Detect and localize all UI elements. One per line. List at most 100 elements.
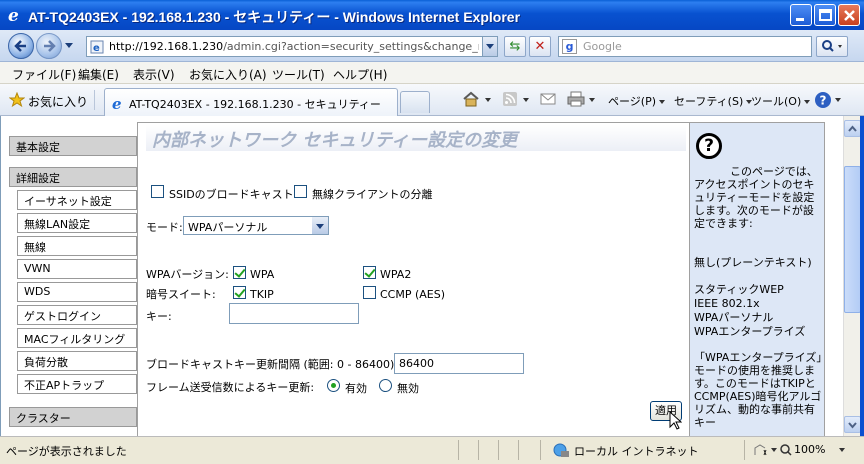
tab-active[interactable]: e AT-TQ2403EX - 192.168.1.230 - セキュリティー [104, 88, 398, 116]
frame-rekey-enabled-label: 有効 [345, 382, 367, 395]
mail-icon[interactable] [540, 91, 556, 107]
title-bar: e AT-TQ2403EX - 192.168.1.230 - セキュリティー … [0, 0, 864, 30]
nav-item-mac-filter[interactable]: MACフィルタリング [17, 328, 137, 348]
menu-file[interactable]: ファイル(F) [12, 66, 76, 83]
key-input[interactable] [229, 303, 359, 324]
feeds-dropdown[interactable] [520, 93, 529, 106]
nav-item-rogue-ap[interactable]: 不正APトラップ [17, 374, 137, 394]
intranet-zone-icon [553, 443, 569, 457]
nav-item-wireless[interactable]: 無線 [17, 236, 137, 256]
rekey-interval-input[interactable]: 86400 [394, 353, 524, 374]
chevron-down-icon [312, 217, 328, 234]
svg-text:?: ? [820, 94, 827, 108]
content-viewport: 基本設定 詳細設定 イーサネット設定 無線LAN設定 無線 VWN WDS ゲス… [0, 116, 843, 436]
feeds-icon[interactable] [502, 91, 518, 107]
ccmp-checkbox[interactable] [363, 286, 376, 299]
nav-item-load-balance[interactable]: 負荷分散 [17, 351, 137, 371]
menu-tools[interactable]: ツール(T) [272, 66, 325, 83]
print-icon[interactable] [567, 91, 585, 107]
maximize-button[interactable] [814, 4, 836, 26]
tkip-checkbox[interactable] [233, 286, 246, 299]
menu-edit[interactable]: 編集(E) [78, 66, 119, 83]
minimize-button[interactable] [790, 4, 812, 26]
tab-toolbar: お気に入り e AT-TQ2403EX - 192.168.1.230 - セキ… [0, 84, 864, 116]
wpa-label: WPA [250, 268, 275, 281]
nav-item-guest-login[interactable]: ゲストログイン [17, 305, 137, 325]
mode-select[interactable]: WPAパーソナル [183, 216, 329, 235]
client-isolation-label: 無線クライアントの分離 [312, 188, 433, 201]
wpa2-checkbox[interactable] [363, 266, 376, 279]
status-divider [518, 440, 519, 460]
client-isolation-checkbox[interactable] [294, 185, 307, 198]
refresh-icon: ⇆ [509, 39, 521, 54]
address-dropdown-button[interactable] [482, 37, 497, 56]
home-icon[interactable] [462, 91, 480, 107]
frame-rekey-disabled-radio[interactable] [379, 379, 392, 392]
search-input[interactable]: g Google [558, 36, 812, 57]
home-dropdown[interactable] [482, 93, 491, 106]
tab-title: AT-TQ2403EX - 192.168.1.230 - セキュリティー [129, 98, 381, 111]
new-tab-button[interactable] [400, 91, 430, 113]
mode-label: モード: [146, 221, 183, 234]
forward-arrow-icon [44, 40, 56, 52]
nav-item-wireless-lan[interactable]: 無線LAN設定 [17, 213, 137, 233]
svg-text:e: e [112, 95, 122, 111]
menu-favorites[interactable]: お気に入り(A) [189, 66, 267, 83]
favorites-button[interactable]: お気に入り [28, 93, 88, 110]
nav-item-vwn[interactable]: VWN [17, 259, 137, 279]
nav-item-wds[interactable]: WDS [17, 282, 137, 302]
back-button[interactable] [8, 33, 34, 59]
nav-cluster[interactable]: クラスター [9, 407, 137, 427]
help-mode-wpa-personal: WPAパーソナル [694, 311, 774, 324]
window-title: AT-TQ2403EX - 192.168.1.230 - セキュリティー - … [28, 9, 521, 25]
print-dropdown[interactable] [586, 93, 595, 106]
search-button[interactable] [816, 36, 848, 57]
status-divider [478, 440, 479, 460]
scroll-down-button[interactable] [844, 416, 861, 433]
nav-advanced-settings[interactable]: 詳細設定 [9, 167, 137, 187]
page-menu[interactable]: ページ(P) [608, 93, 665, 109]
tools-menu[interactable]: ツール(O) [751, 93, 811, 109]
menu-help[interactable]: ヘルプ(H) [333, 66, 387, 83]
menu-view[interactable]: 表示(V) [133, 66, 175, 83]
stop-button[interactable]: ✕ [529, 36, 551, 57]
help-dropdown[interactable] [832, 93, 841, 106]
help-recommendation: 「WPAエンタープライズ」モードの使用を推奨します。このモードはTKIPとCCM… [694, 351, 822, 429]
close-icon [844, 10, 855, 21]
tkip-label: TKIP [250, 288, 274, 301]
scroll-thumb[interactable] [844, 166, 861, 313]
frame-rekey-enabled-radio[interactable] [327, 379, 340, 392]
help-mode-none: 無し(プレーンテキスト) [694, 256, 812, 269]
status-bar: ページが表示されました ローカル イントラネット 100% [0, 436, 864, 464]
ssid-broadcast-label: SSIDのブロードキャスト [169, 188, 294, 201]
help-intro: このページでは、アクセスポイントのセキュリティーモードを設定します。次のモードが… [694, 165, 818, 230]
help-icon[interactable]: ? [814, 91, 832, 109]
vertical-scrollbar[interactable] [843, 116, 861, 436]
close-button[interactable] [838, 4, 860, 26]
favorites-star-icon [9, 92, 25, 108]
safety-menu[interactable]: セーフティ(S) [674, 93, 753, 109]
magnifier-icon [822, 40, 842, 52]
cipher-suite-label: 暗号スイート: [146, 288, 216, 301]
nav-item-ethernet[interactable]: イーサネット設定 [17, 190, 137, 210]
forward-button[interactable] [36, 33, 62, 59]
status-text: ページが表示されました [6, 445, 127, 458]
address-bar[interactable]: e http://192.168.1.230/admin.cgi?action=… [86, 36, 498, 57]
help-mode-wpa-enterprise: WPAエンタープライズ [694, 325, 806, 338]
refresh-button[interactable]: ⇆ [504, 36, 526, 57]
address-toolbar: e http://192.168.1.230/admin.cgi?action=… [0, 30, 864, 62]
rekey-interval-label: ブロードキャストキー更新間隔 (範囲: 0 - 86400): [146, 358, 398, 371]
zoom-icon [780, 444, 792, 456]
zoom-level[interactable]: 100% [794, 443, 825, 456]
search-placeholder: Google [583, 40, 622, 53]
zoom-dropdown[interactable] [836, 443, 845, 456]
ssid-broadcast-checkbox[interactable] [151, 185, 164, 198]
history-dropdown-icon[interactable] [65, 43, 73, 48]
tools-menu-label: ツール(O) [751, 95, 802, 108]
protected-mode-dropdown[interactable] [768, 443, 777, 456]
window-border [860, 116, 864, 436]
protected-mode-icon [754, 444, 767, 456]
wpa-checkbox[interactable] [233, 266, 246, 279]
nav-basic-settings[interactable]: 基本設定 [9, 136, 137, 156]
scroll-up-button[interactable] [844, 120, 861, 137]
